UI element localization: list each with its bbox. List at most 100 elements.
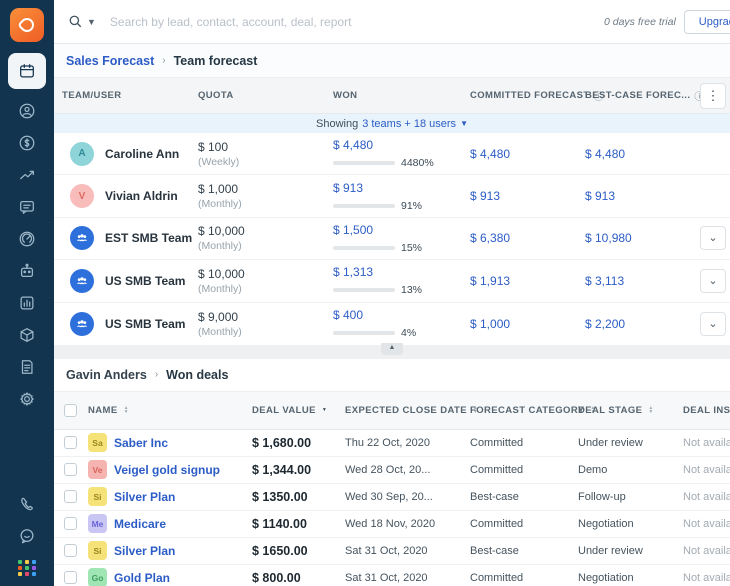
deal-name-link[interactable]: Gold Plan (114, 571, 170, 585)
sidebar-item-reports[interactable] (8, 160, 46, 190)
upgrade-button[interactable]: Upgrade (684, 10, 730, 34)
sidebar-item-goals[interactable] (8, 224, 46, 254)
won-amount-link[interactable]: $ 4,480 (333, 138, 470, 152)
row-checkbox[interactable] (64, 517, 77, 530)
sidebar-item-conversations[interactable] (8, 192, 46, 222)
column-label: EXPECTED CLOSE DATE (345, 405, 467, 416)
column-name[interactable]: NAME ▲▼ (88, 405, 252, 416)
deal-avatar: Go (88, 568, 107, 586)
deal-insight: Not available (683, 572, 730, 584)
chart-line-icon (18, 166, 36, 184)
deal-name-link[interactable]: Silver Plan (114, 490, 175, 504)
column-deal-value[interactable]: DEAL VALUE ▼ (252, 405, 345, 416)
showing-teams-users-link[interactable]: 3 teams + 18 users (362, 118, 456, 130)
quota-period: (Weekly) (198, 156, 333, 168)
sidebar-item-contacts[interactable] (8, 96, 46, 126)
deal-avatar: Sa (88, 433, 107, 452)
contact-icon (18, 102, 36, 120)
sidebar-item-products[interactable] (8, 320, 46, 350)
deal-close-date: Wed 28 Oct, 20... (345, 464, 470, 476)
row-checkbox[interactable] (64, 490, 77, 503)
progress-bar (333, 161, 395, 165)
sort-icon[interactable]: ▲▼ (648, 406, 653, 414)
deal-name-link[interactable]: Saber Inc (114, 436, 168, 450)
search-scope-caret[interactable]: ▼ (87, 17, 96, 27)
row-checkbox[interactable] (64, 436, 77, 449)
progress-percent: 13% (401, 284, 422, 296)
chevron-down-icon[interactable]: ▼ (460, 119, 468, 128)
column-won[interactable]: WON (333, 90, 470, 101)
app-switcher-icon[interactable] (18, 560, 37, 576)
forecast-row: EST SMB Team $ 10,000 (Monthly) $ 1,500 … (54, 218, 730, 260)
progress-bar (333, 288, 395, 292)
sidebar-item-forecast[interactable] (8, 53, 46, 89)
select-all-checkbox[interactable] (64, 404, 77, 417)
deal-row: Si Silver Plan $ 1650.00 Sat 31 Oct, 202… (54, 538, 730, 565)
won-amount-link[interactable]: $ 1,500 (333, 223, 470, 237)
column-deal-insights[interactable]: DEAL INSIGHTS (683, 405, 730, 416)
column-quota[interactable]: QUOTA (198, 90, 333, 101)
column-forecast-category[interactable]: FORECAST CATEGORY ▲▼ (470, 405, 578, 416)
sort-desc-icon[interactable]: ▼ (322, 408, 327, 412)
sidebar-item-settings[interactable] (8, 384, 46, 414)
global-search[interactable]: ▼ (68, 14, 96, 29)
sidebar-item-bot[interactable] (8, 256, 46, 286)
progress-percent: 4% (401, 327, 416, 339)
quota-period: (Monthly) (198, 240, 333, 252)
row-checkbox[interactable] (64, 463, 77, 476)
deal-name-link[interactable]: Veigel gold signup (114, 463, 220, 477)
forecast-table-header: TEAM/USER QUOTA WON COMMITTED FORECAST ⓘ… (54, 78, 730, 114)
sort-icon[interactable]: ▲▼ (124, 406, 129, 414)
forecast-row: US SMB Team $ 9,000 (Monthly) $ 400 4% $… (54, 303, 730, 345)
gear-icon (18, 390, 36, 408)
best-case-amount-link[interactable]: $ 2,200 (585, 317, 700, 331)
sidebar-item-deals[interactable] (8, 128, 46, 158)
breadcrumb-gavin-anders[interactable]: Gavin Anders (66, 368, 147, 382)
committed-amount-link[interactable]: $ 1,913 (470, 274, 585, 288)
expand-team-button[interactable]: ⌄ (700, 312, 726, 336)
best-case-amount-link[interactable]: $ 4,480 (585, 147, 700, 161)
won-amount-link[interactable]: $ 913 (333, 181, 470, 195)
deal-name-link[interactable]: Silver Plan (114, 544, 175, 558)
best-case-amount-link[interactable]: $ 913 (585, 189, 700, 203)
deal-stage: Under review (578, 437, 683, 449)
expand-team-button[interactable]: ⌄ (700, 226, 726, 250)
sidebar-item-phone[interactable] (8, 489, 46, 519)
breadcrumb-sales-forecast[interactable]: Sales Forecast (66, 54, 154, 68)
collapse-panel-handle[interactable]: ▲ (381, 343, 403, 355)
committed-amount-link[interactable]: $ 6,380 (470, 231, 585, 245)
quota-period: (Monthly) (198, 326, 333, 338)
deal-close-date: Sat 31 Oct, 2020 (345, 545, 470, 557)
column-committed-forecast[interactable]: COMMITTED FORECAST ⓘ (470, 88, 585, 103)
committed-amount-link[interactable]: $ 913 (470, 189, 585, 203)
column-expected-close-date[interactable]: EXPECTED CLOSE DATE ▲▼ (345, 405, 470, 416)
table-menu-button[interactable]: ⋮ (700, 83, 726, 109)
deal-name-link[interactable]: Medicare (114, 517, 166, 531)
deal-insight: Not available (683, 464, 730, 476)
sidebar-item-chat[interactable] (8, 521, 46, 551)
best-case-amount-link[interactable]: $ 10,980 (585, 231, 700, 245)
dot (18, 560, 22, 564)
column-team-user[interactable]: TEAM/USER (62, 90, 198, 101)
row-checkbox[interactable] (64, 571, 77, 584)
user-name: Caroline Ann (105, 147, 179, 161)
expand-team-button[interactable]: ⌄ (700, 269, 726, 293)
dot (25, 572, 29, 576)
search-input[interactable]: Search by lead, contact, account, deal, … (110, 15, 351, 29)
column-best-case-forecast[interactable]: BEST-CASE FOREC... ⓘ (585, 88, 700, 103)
cube-icon (18, 326, 36, 344)
won-amount-link[interactable]: $ 1,313 (333, 265, 470, 279)
won-amount-link[interactable]: $ 400 (333, 308, 470, 322)
main-content: ▼ Search by lead, contact, account, deal… (54, 0, 730, 586)
column-deal-stage[interactable]: DEAL STAGE ▲▼ (578, 405, 683, 416)
row-checkbox[interactable] (64, 544, 77, 557)
freshworks-logo[interactable] (10, 8, 44, 42)
committed-amount-link[interactable]: $ 1,000 (470, 317, 585, 331)
best-case-amount-link[interactable]: $ 3,113 (585, 274, 700, 288)
breadcrumb-won-deals: Won deals (166, 368, 228, 382)
sidebar-item-invoices[interactable] (8, 352, 46, 382)
sidebar-item-analytics[interactable] (8, 288, 46, 318)
committed-amount-link[interactable]: $ 4,480 (470, 147, 585, 161)
deal-forecast-category: Best-case (470, 545, 578, 557)
phone-icon (18, 495, 36, 513)
